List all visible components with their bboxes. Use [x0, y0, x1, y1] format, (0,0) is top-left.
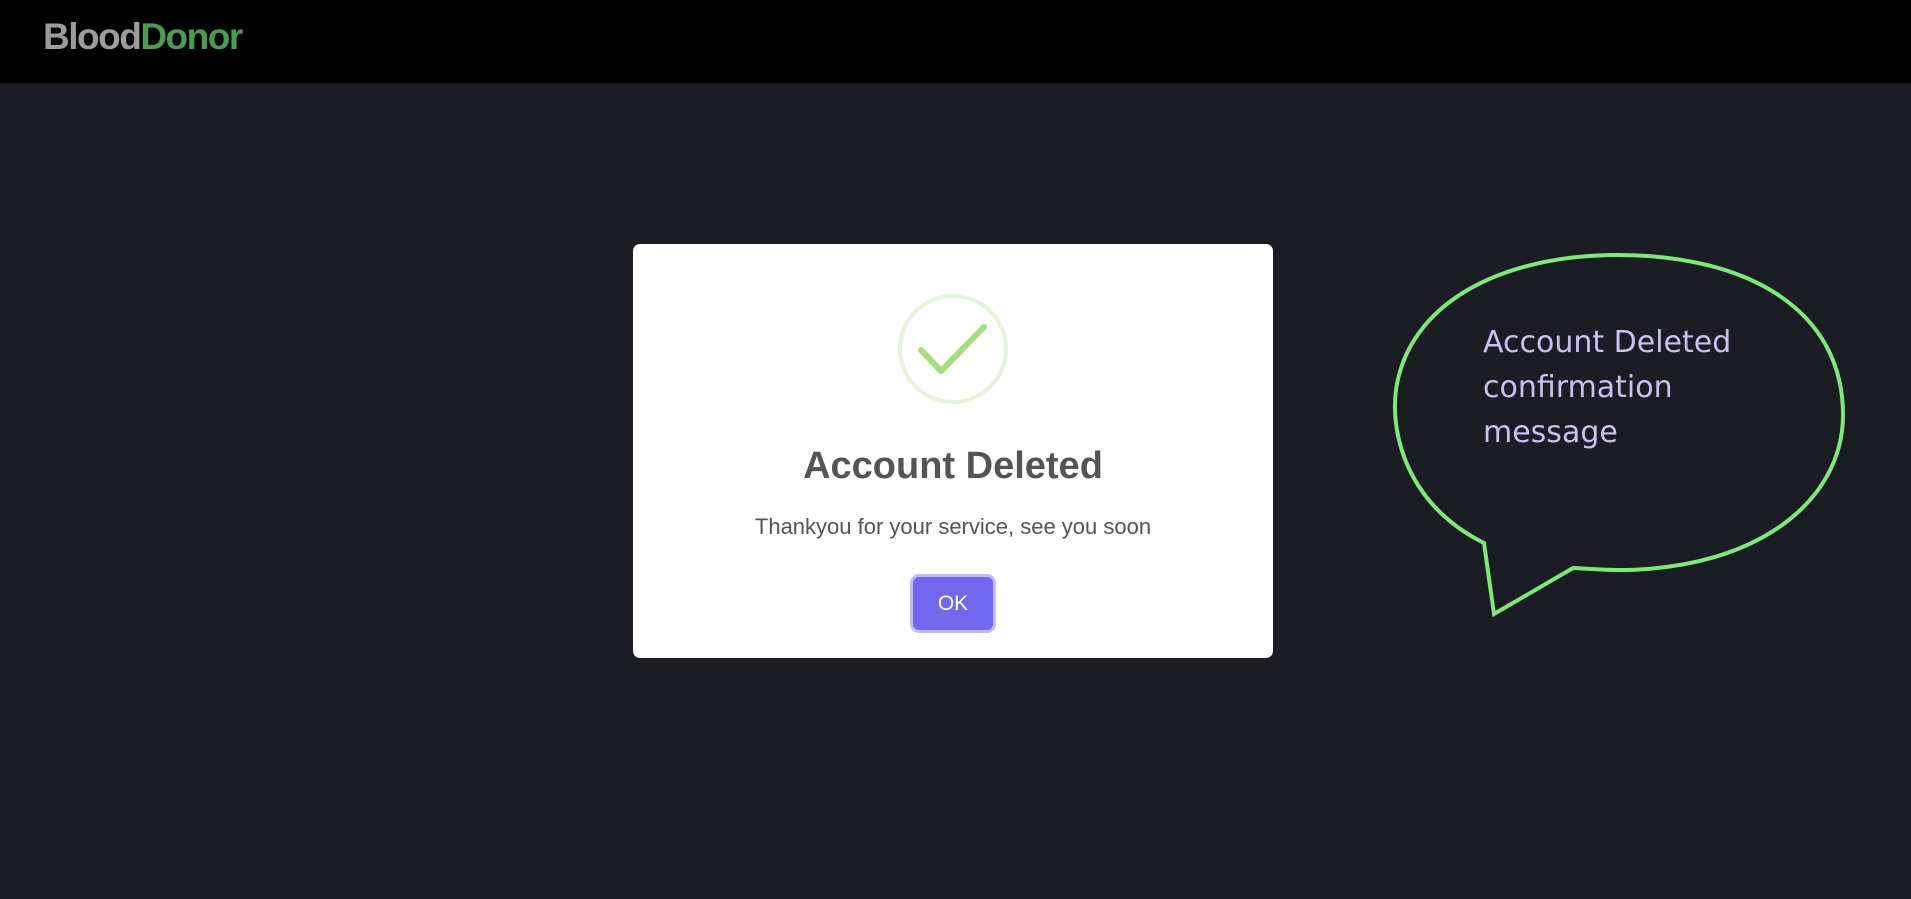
callout-annotation: Account Deleted confirmation message — [1483, 320, 1783, 455]
dialog-message: Thankyou for your service, see you soon — [754, 514, 1152, 539]
callout-line: message — [1483, 415, 1618, 450]
ok-button[interactable]: OK — [913, 577, 993, 630]
dialog-title: Account Deleted — [803, 445, 1103, 487]
brand-logo[interactable]: BloodDonor — [43, 15, 243, 59]
callout-line: Account Deleted — [1483, 325, 1732, 360]
brand-logo-blood: Blood — [43, 16, 142, 57]
brand-logo-donor: Donor — [140, 16, 243, 57]
account-deleted-dialog: Account Deleted Thankyou for your servic… — [633, 244, 1273, 658]
callout-line: confirmation — [1483, 370, 1673, 405]
success-check-icon — [898, 294, 1008, 404]
navbar: BloodDonor — [0, 0, 1911, 83]
